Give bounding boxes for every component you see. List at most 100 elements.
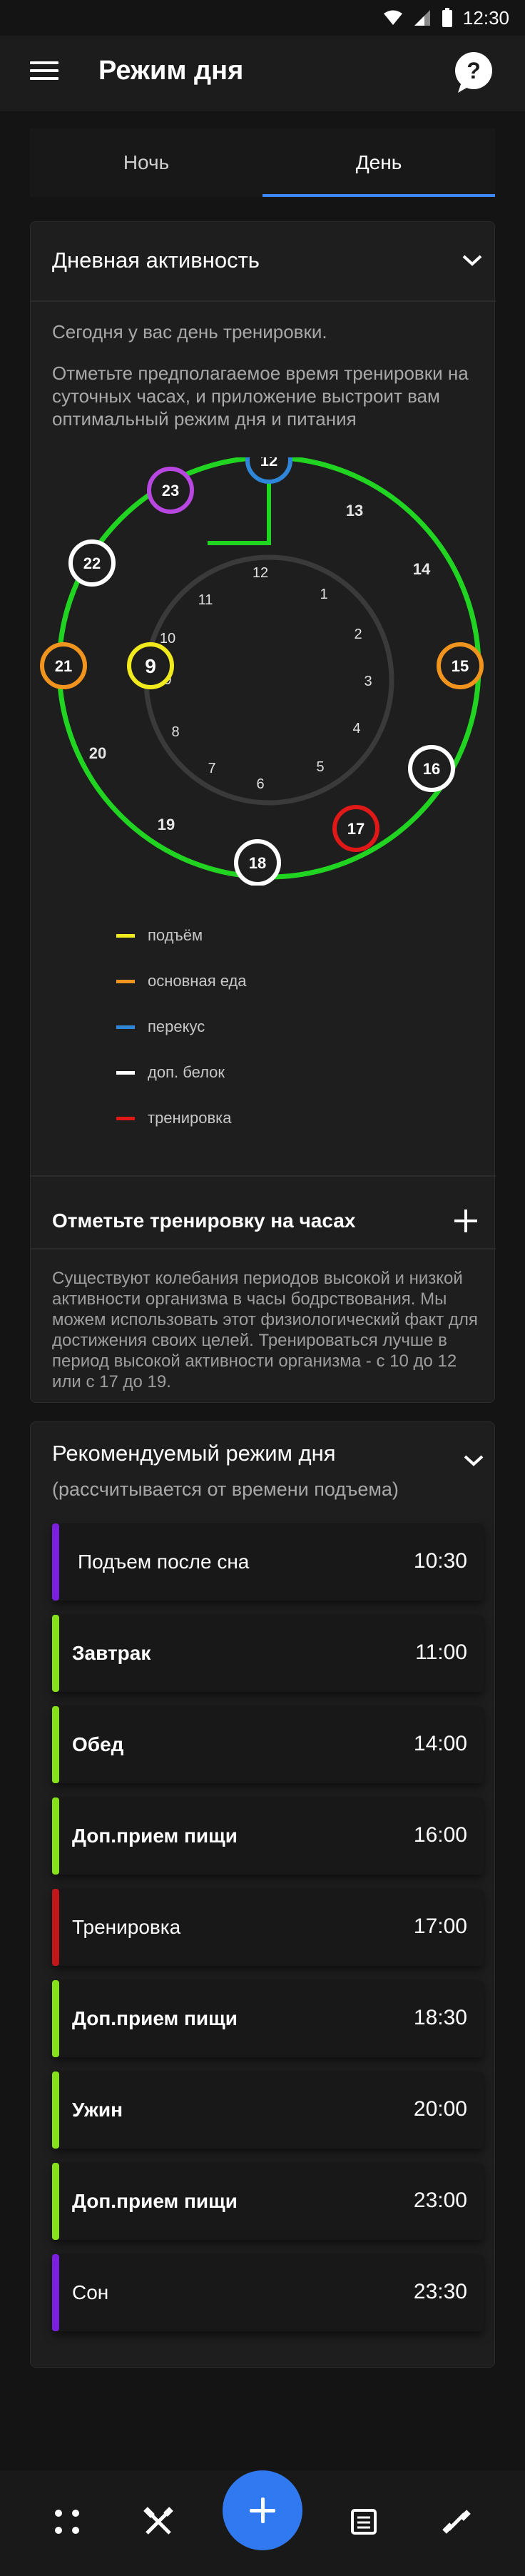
svg-text:9: 9 [145, 655, 156, 677]
inner-clock-ring [143, 554, 394, 806]
chevron-down-icon[interactable] [463, 1454, 484, 1468]
legend-swatch [116, 979, 135, 983]
divider [31, 1248, 496, 1249]
activity-card-title: Дневная активность [52, 248, 260, 273]
clock-connector [208, 483, 271, 545]
inner-hour-2: 2 [354, 627, 362, 642]
menu-icon[interactable] [30, 61, 58, 83]
activity-intro: Сегодня у вас день тренировки. [52, 321, 327, 343]
list-icon[interactable] [341, 2499, 387, 2545]
schedule-time: 11:00 [415, 1641, 467, 1664]
active-tab-indicator [262, 194, 495, 197]
marker-hour-17[interactable]: 17 [332, 805, 379, 852]
legend-item-training: тренировка [116, 1107, 232, 1129]
schedule-color-bar [52, 2163, 59, 2240]
add-icon[interactable] [223, 2470, 302, 2550]
schedule-item-breakfast[interactable]: Завтрак 11:00 [52, 1615, 484, 1692]
signal-icon [414, 10, 430, 26]
day-clock[interactable]: 12 1 2 3 4 5 6 7 8 9 10 11 13 14 19 20 1… [31, 457, 496, 886]
legend-swatch [116, 1070, 135, 1075]
help-icon[interactable]: ? [454, 51, 494, 94]
legend-swatch [116, 1025, 135, 1029]
legend-label: основная еда [148, 972, 247, 990]
inner-hour-5: 5 [316, 759, 324, 775]
schedule-label: Сон [72, 2281, 109, 2303]
marker-hour-22[interactable]: 22 [68, 539, 116, 587]
schedule-time: 18:30 [413, 2006, 467, 2029]
status-bar: 12:30 [0, 0, 525, 36]
inner-hour-3: 3 [364, 674, 372, 689]
marker-hour-21[interactable]: 21 [40, 642, 87, 689]
schedule-time: 17:00 [413, 1915, 467, 1938]
legend-item-extra-protein: доп. белок [116, 1062, 225, 1083]
legend-label: подъём [148, 926, 203, 944]
legend-item-snack: перекус [116, 1016, 205, 1038]
inner-hour-1: 1 [320, 587, 327, 602]
schedule-color-bar [52, 2072, 59, 2149]
inner-hour-12: 12 [253, 565, 268, 581]
tab-night[interactable]: Ночь [30, 128, 262, 197]
chevron-down-icon[interactable] [462, 253, 483, 268]
dumbbell-icon[interactable] [434, 2499, 479, 2545]
schedule-item-sleep[interactable]: Сон 23:30 [52, 2254, 484, 2331]
svg-text:17: 17 [347, 820, 365, 838]
marker-hour-15[interactable]: 15 [437, 642, 484, 689]
recommended-schedule-card: Рекомендуемый режим дня (рассчитывается … [30, 1421, 495, 2368]
schedule-time: 14:00 [413, 1732, 467, 1755]
schedule-color-bar [52, 1980, 59, 2057]
outer-hour-20: 20 [89, 744, 106, 762]
wake-marker-hour-9[interactable]: 9 [127, 642, 174, 689]
inner-hour-6: 6 [256, 776, 264, 792]
inner-hour-11: 11 [198, 592, 213, 608]
svg-text:15: 15 [452, 657, 469, 675]
fork-knife-icon[interactable] [136, 2499, 181, 2545]
legend-label: тренировка [148, 1109, 232, 1127]
marker-hour-16[interactable]: 16 [408, 745, 455, 792]
marker-hour-18[interactable]: 18 [234, 839, 281, 886]
svg-text:12: 12 [260, 457, 277, 470]
schedule-label: Обед [72, 1733, 124, 1755]
schedule-label: Доп.прием пищи [72, 1825, 238, 1847]
schedule-item-extra-meal[interactable]: Доп.прием пищи 16:00 [52, 1797, 484, 1875]
legend-label: перекус [148, 1018, 205, 1035]
schedule-label: Доп.прием пищи [72, 2007, 238, 2029]
svg-text:18: 18 [249, 854, 266, 872]
divider [31, 300, 496, 302]
svg-text:?: ? [467, 58, 481, 83]
daily-activity-card: Дневная активность Сегодня у вас день тр… [30, 221, 496, 1403]
schedule-item-extra-meal[interactable]: Доп.прием пищи 18:30 [52, 1980, 484, 2057]
apps-grid-icon[interactable] [44, 2499, 90, 2545]
add-training-plus-icon[interactable] [454, 1210, 477, 1232]
inner-hour-8: 8 [171, 724, 179, 740]
schedule-color-bar [52, 1706, 59, 1783]
marker-hour-12[interactable]: 12 [245, 457, 292, 484]
outer-hour-19: 19 [158, 816, 175, 833]
schedule-item-dinner[interactable]: Ужин 20:00 [52, 2072, 484, 2149]
legend-swatch [116, 933, 135, 938]
schedule-item-training[interactable]: Тренировка 17:00 [52, 1889, 484, 1966]
marker-hour-23[interactable]: 23 [147, 467, 194, 514]
app-bar: Режим дня ? [0, 36, 525, 111]
schedule-item-lunch[interactable]: Обед 14:00 [52, 1706, 484, 1783]
schedule-item-wake[interactable]: Подъем после сна 10:30 [52, 1523, 484, 1601]
schedule-label: Тренировка [72, 1916, 181, 1938]
schedule-color-bar [52, 1797, 59, 1875]
schedule-label: Завтрак [72, 1642, 151, 1664]
schedule-label: Доп.прием пищи [72, 2190, 238, 2212]
battery-icon [442, 8, 452, 27]
day-night-tabs: Ночь День [30, 128, 495, 197]
schedule-card-title: Рекомендуемый режим дня [52, 1441, 336, 1466]
tab-day[interactable]: День [262, 128, 495, 197]
inner-hour-4: 4 [352, 721, 360, 736]
legend-swatch [116, 1116, 135, 1120]
add-training-label[interactable]: Отметьте тренировку на часах [52, 1210, 355, 1232]
schedule-color-bar [52, 1889, 59, 1966]
schedule-card-subtitle: (рассчитывается от времени подъема) [52, 1479, 399, 1500]
outer-hour-14: 14 [413, 560, 431, 578]
inner-hour-10: 10 [160, 631, 175, 646]
legend-item-wake: подъём [116, 925, 203, 946]
schedule-color-bar [52, 1523, 59, 1601]
status-time: 12:30 [462, 6, 509, 29]
schedule-item-extra-meal[interactable]: Доп.прием пищи 23:00 [52, 2163, 484, 2240]
schedule-color-bar [52, 2254, 59, 2331]
